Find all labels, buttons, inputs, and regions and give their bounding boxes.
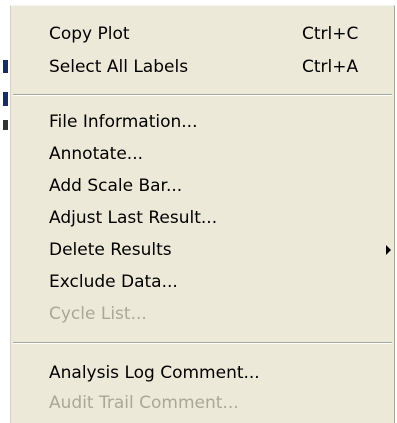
menu-item-label: Adjust Last Result... <box>49 208 218 228</box>
menu-item-exclude-data[interactable]: Exclude Data... <box>11 267 394 297</box>
background-window-fragment <box>3 92 8 106</box>
menu-item-copy-plot[interactable]: Copy Plot Ctrl+C <box>11 19 394 49</box>
submenu-arrow-right-icon <box>386 245 391 255</box>
background-window-fragment <box>3 60 8 73</box>
menu-item-file-information[interactable]: File Information... <box>11 107 394 137</box>
menu-item-label: Annotate... <box>49 144 143 164</box>
menu-item-select-all-labels[interactable]: Select All Labels Ctrl+A <box>11 52 394 82</box>
menu-item-label: Copy Plot <box>49 24 130 44</box>
screenshot-stage: Copy Plot Ctrl+C Select All Labels Ctrl+… <box>0 0 397 423</box>
menu-item-label: Analysis Log Comment... <box>49 363 260 383</box>
background-window-fragment <box>3 120 8 130</box>
menu-item-cycle-list: Cycle List... <box>11 299 394 329</box>
menu-item-analysis-log-comment[interactable]: Analysis Log Comment... <box>11 358 394 388</box>
menu-separator <box>13 342 392 344</box>
menu-item-shortcut: Ctrl+A <box>302 57 359 77</box>
menu-item-audit-trail-comment: Audit Trail Comment... <box>11 388 394 418</box>
context-menu: Copy Plot Ctrl+C Select All Labels Ctrl+… <box>10 5 395 423</box>
menu-item-label: Delete Results <box>49 240 172 260</box>
menu-separator <box>13 94 392 96</box>
menu-item-annotate[interactable]: Annotate... <box>11 139 394 169</box>
menu-item-label: File Information... <box>49 112 198 132</box>
menu-item-label: Exclude Data... <box>49 272 178 292</box>
menu-item-label: Select All Labels <box>49 57 189 77</box>
menu-item-delete-results[interactable]: Delete Results <box>11 235 394 265</box>
menu-item-label: Audit Trail Comment... <box>49 393 239 413</box>
menu-item-shortcut: Ctrl+C <box>302 24 359 44</box>
menu-item-add-scale-bar[interactable]: Add Scale Bar... <box>11 171 394 201</box>
menu-item-label: Add Scale Bar... <box>49 176 183 196</box>
menu-item-label: Cycle List... <box>49 304 147 324</box>
menu-item-adjust-last-result[interactable]: Adjust Last Result... <box>11 203 394 233</box>
